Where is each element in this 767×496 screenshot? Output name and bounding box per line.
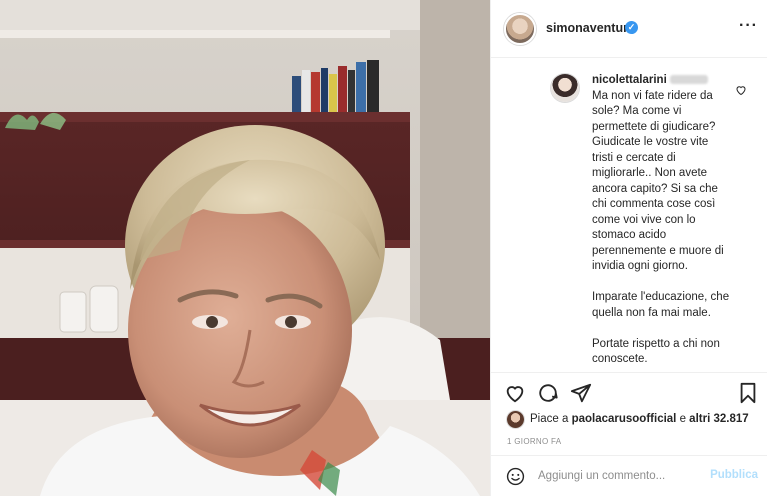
- liker-username[interactable]: paolacarusoofficial: [572, 413, 677, 425]
- comment-text: Ma non vi fate ridere da sole? Ma come v…: [592, 89, 730, 368]
- share-icon[interactable]: [570, 382, 592, 404]
- selfie-image: [0, 0, 490, 496]
- author-username[interactable]: simonaventura: [546, 21, 635, 35]
- likes-prefix: Piace a: [530, 413, 572, 425]
- likes-conjunction: e: [676, 413, 690, 425]
- post-photo[interactable]: [0, 0, 490, 496]
- heart-icon[interactable]: [504, 382, 526, 404]
- comment-like-heart-icon[interactable]: [735, 84, 747, 96]
- liker-avatar[interactable]: [507, 411, 524, 428]
- post-header: simonaventura ✓ ···: [491, 0, 767, 58]
- author-avatar[interactable]: [504, 13, 536, 45]
- comment-body: nicolettalarini Ma non vi fate ridere da…: [592, 73, 730, 372]
- post-side-panel: simonaventura ✓ ··· nicolettalarini Ma n…: [490, 0, 767, 496]
- likes-text: Piace a paolacarusoofficial e altri 32.8…: [530, 413, 749, 425]
- comment-paragraph: Ma non vi fate ridere da sole? Ma come v…: [592, 89, 724, 273]
- commenter-avatar[interactable]: [551, 74, 579, 102]
- commenter-username[interactable]: nicolettalarini: [592, 74, 667, 86]
- comments-list[interactable]: nicolettalarini Ma non vi fate ridere da…: [491, 58, 767, 372]
- comment-input[interactable]: [538, 467, 698, 485]
- bookmark-icon[interactable]: [737, 382, 759, 404]
- publish-button[interactable]: Pubblica: [710, 469, 758, 481]
- redacted-username-suffix: [669, 75, 708, 85]
- action-bar: [491, 372, 767, 408]
- comment-icon[interactable]: [537, 382, 559, 404]
- verified-badge-icon: ✓: [625, 21, 638, 34]
- more-options-icon[interactable]: ···: [739, 17, 758, 35]
- emoji-icon[interactable]: [506, 467, 525, 486]
- comment-paragraph: Imparate l'educazione, che quella non fa…: [592, 291, 730, 319]
- likes-summary: Piace a paolacarusoofficial e altri 32.8…: [491, 408, 767, 432]
- post-timestamp[interactable]: 1 GIORNO FA: [507, 437, 561, 446]
- likes-count[interactable]: altri 32.817: [689, 413, 748, 425]
- comment-paragraph: Portate rispetto a chi non conoscete.: [592, 337, 720, 366]
- add-comment-bar: Pubblica: [491, 455, 767, 496]
